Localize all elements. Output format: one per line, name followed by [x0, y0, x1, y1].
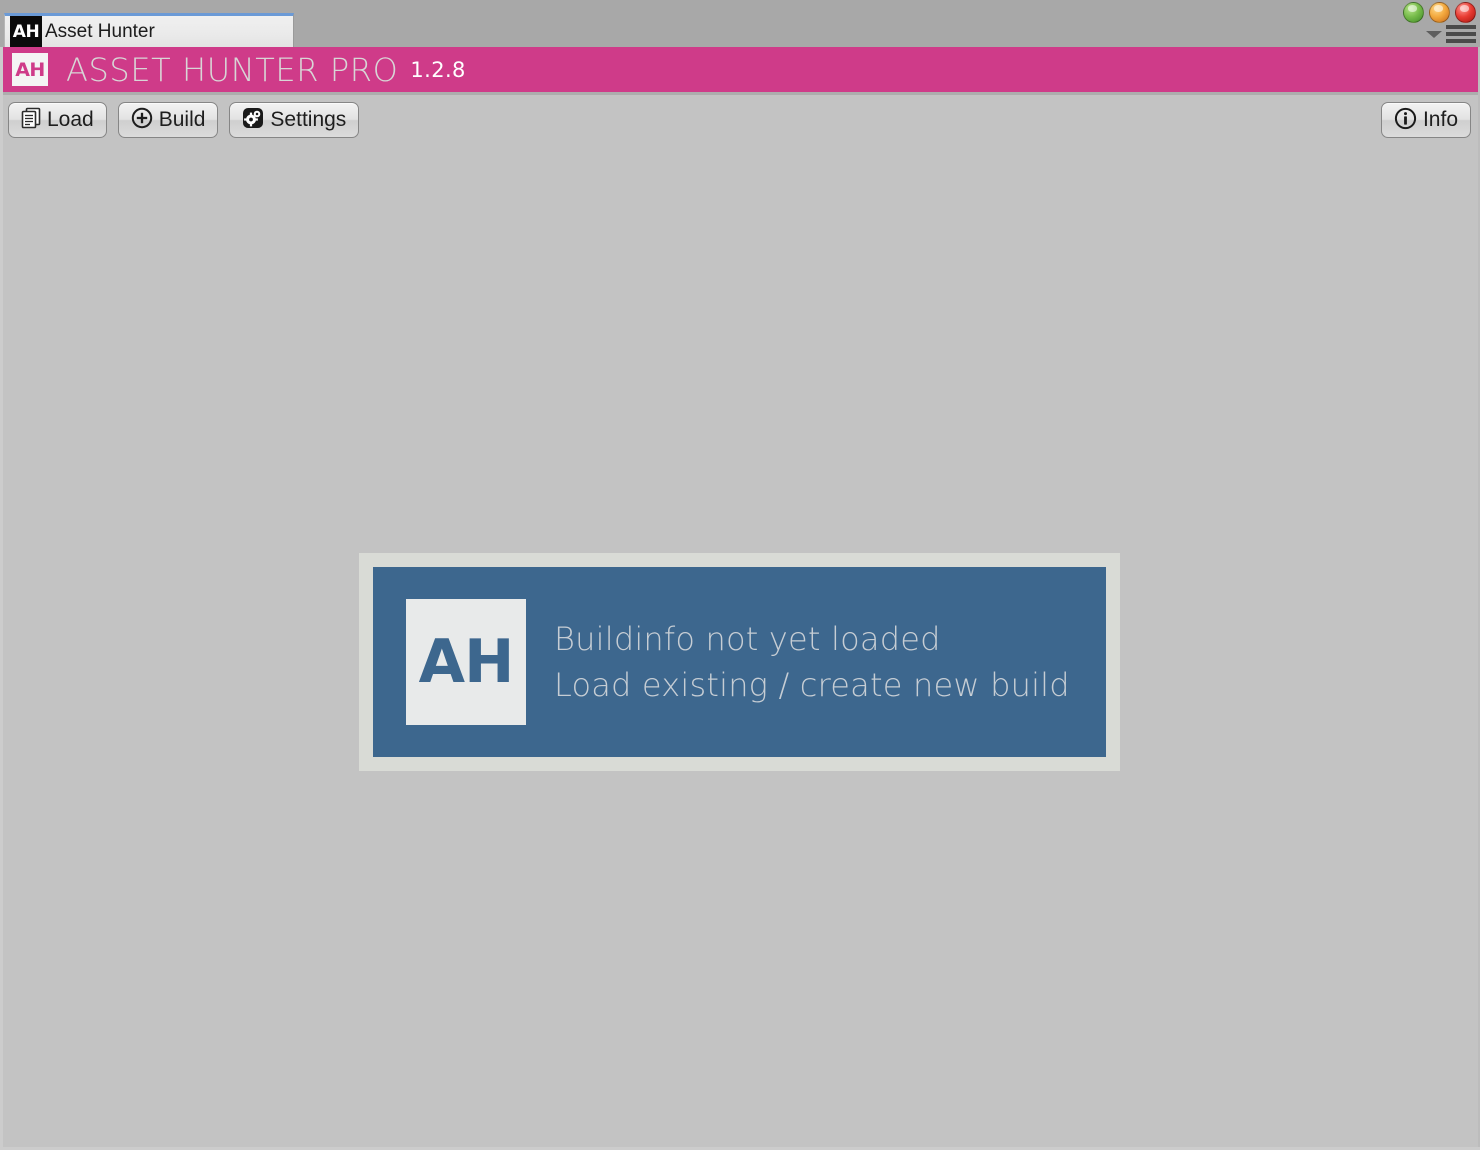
load-button-label: Load [47, 108, 94, 131]
toolbar-right-group: Info [1380, 102, 1471, 138]
tab-asset-hunter[interactable]: AH Asset Hunter [4, 13, 294, 47]
buildinfo-status-panel-inner: AH Buildinfo not yet loaded Load existin… [373, 567, 1106, 757]
app-version-label: 1.2.8 [410, 57, 466, 82]
tab-label: Asset Hunter [45, 20, 155, 42]
hamburger-line [1446, 32, 1476, 36]
chevron-down-icon[interactable] [1426, 31, 1442, 38]
buildinfo-status-panel: AH Buildinfo not yet loaded Load existin… [359, 553, 1120, 771]
maximize-light-icon[interactable] [1429, 2, 1450, 23]
app-header: AH ASSET HUNTER PRO 1.2.8 [0, 47, 1480, 92]
window-edge-left [0, 47, 3, 1150]
minimize-light-icon[interactable] [1403, 2, 1424, 23]
documents-icon [21, 107, 41, 133]
hamburger-line [1446, 39, 1476, 43]
window-controls [1403, 2, 1476, 23]
panel-ah-logo-icon: AH [406, 599, 526, 725]
info-circle-icon [1394, 107, 1417, 134]
tab-ah-logo-icon: AH [10, 16, 42, 47]
info-button[interactable]: Info [1380, 102, 1471, 138]
load-button[interactable]: Load [8, 102, 107, 138]
panel-message-line-2: Load existing / create new build [554, 666, 1070, 704]
header-shadow [0, 92, 1480, 95]
info-button-label: Info [1422, 108, 1458, 131]
panel-message-group: Buildinfo not yet loaded Load existing /… [554, 620, 1070, 704]
window-menu-group [1426, 25, 1476, 43]
close-light-icon[interactable] [1455, 2, 1476, 23]
gears-icon [242, 107, 264, 133]
window-title-strip: AH Asset Hunter [0, 0, 1480, 47]
build-button-label: Build [158, 108, 206, 131]
page-title: ASSET HUNTER PRO [66, 50, 399, 89]
settings-button[interactable]: Settings [229, 102, 360, 138]
hamburger-line [1446, 25, 1476, 29]
settings-button-label: Settings [270, 108, 347, 131]
toolbar: Load Build Settings Info [0, 102, 1480, 142]
app-logo-icon: AH [12, 53, 48, 86]
toolbar-left-group: Load Build Settings [8, 102, 360, 138]
hamburger-menu-icon[interactable] [1446, 25, 1476, 43]
build-button[interactable]: Build [117, 102, 219, 138]
panel-message-line-1: Buildinfo not yet loaded [554, 620, 941, 658]
plus-circle-icon [131, 107, 153, 133]
